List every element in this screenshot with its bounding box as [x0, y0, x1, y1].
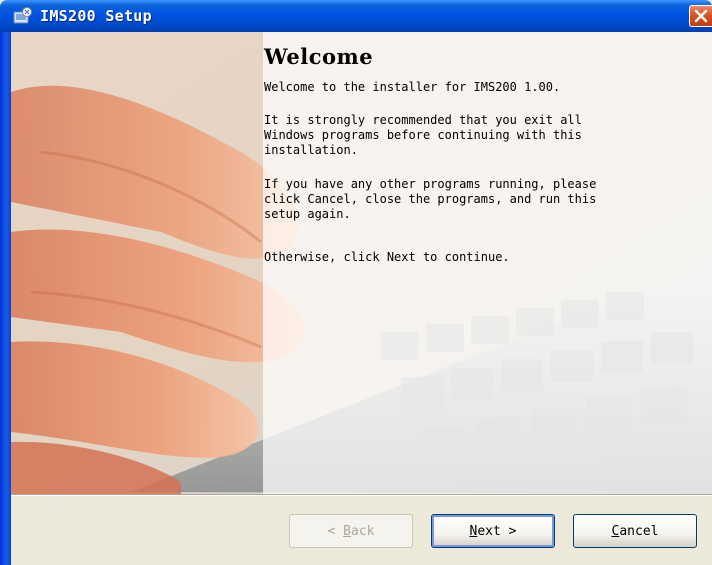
other-programs-text: If you have any other programs running, …: [264, 177, 597, 221]
next-button-label: ext >: [477, 523, 517, 539]
continue-text: Otherwise, click Next to continue.: [264, 250, 510, 264]
back-button-label: ack: [351, 523, 375, 539]
back-button[interactable]: < Back: [289, 514, 413, 548]
close-button[interactable]: [689, 5, 712, 27]
window-frame-left: [0, 32, 11, 565]
back-button-prefix: <: [327, 523, 344, 539]
cancel-button[interactable]: Cancel: [573, 514, 697, 548]
setup-icon: [13, 7, 33, 25]
next-button[interactable]: Next >: [431, 514, 555, 548]
intro-text: Welcome to the installer for IMS200 1.00…: [264, 80, 561, 94]
next-button-accel: N: [469, 523, 478, 539]
window-title: IMS200 Setup: [40, 7, 152, 25]
setup-window: IMS200 Setup Welcome Welcome to the inst…: [0, 0, 712, 565]
back-button-accel: B: [343, 523, 351, 539]
footer-separator: [11, 494, 712, 496]
cancel-button-label: ancel: [619, 523, 659, 539]
cancel-button-accel: C: [611, 523, 620, 539]
recommendation-text: It is strongly recommended that you exit…: [264, 113, 582, 157]
title-bar[interactable]: IMS200 Setup: [0, 0, 712, 32]
welcome-heading: Welcome: [264, 44, 374, 69]
